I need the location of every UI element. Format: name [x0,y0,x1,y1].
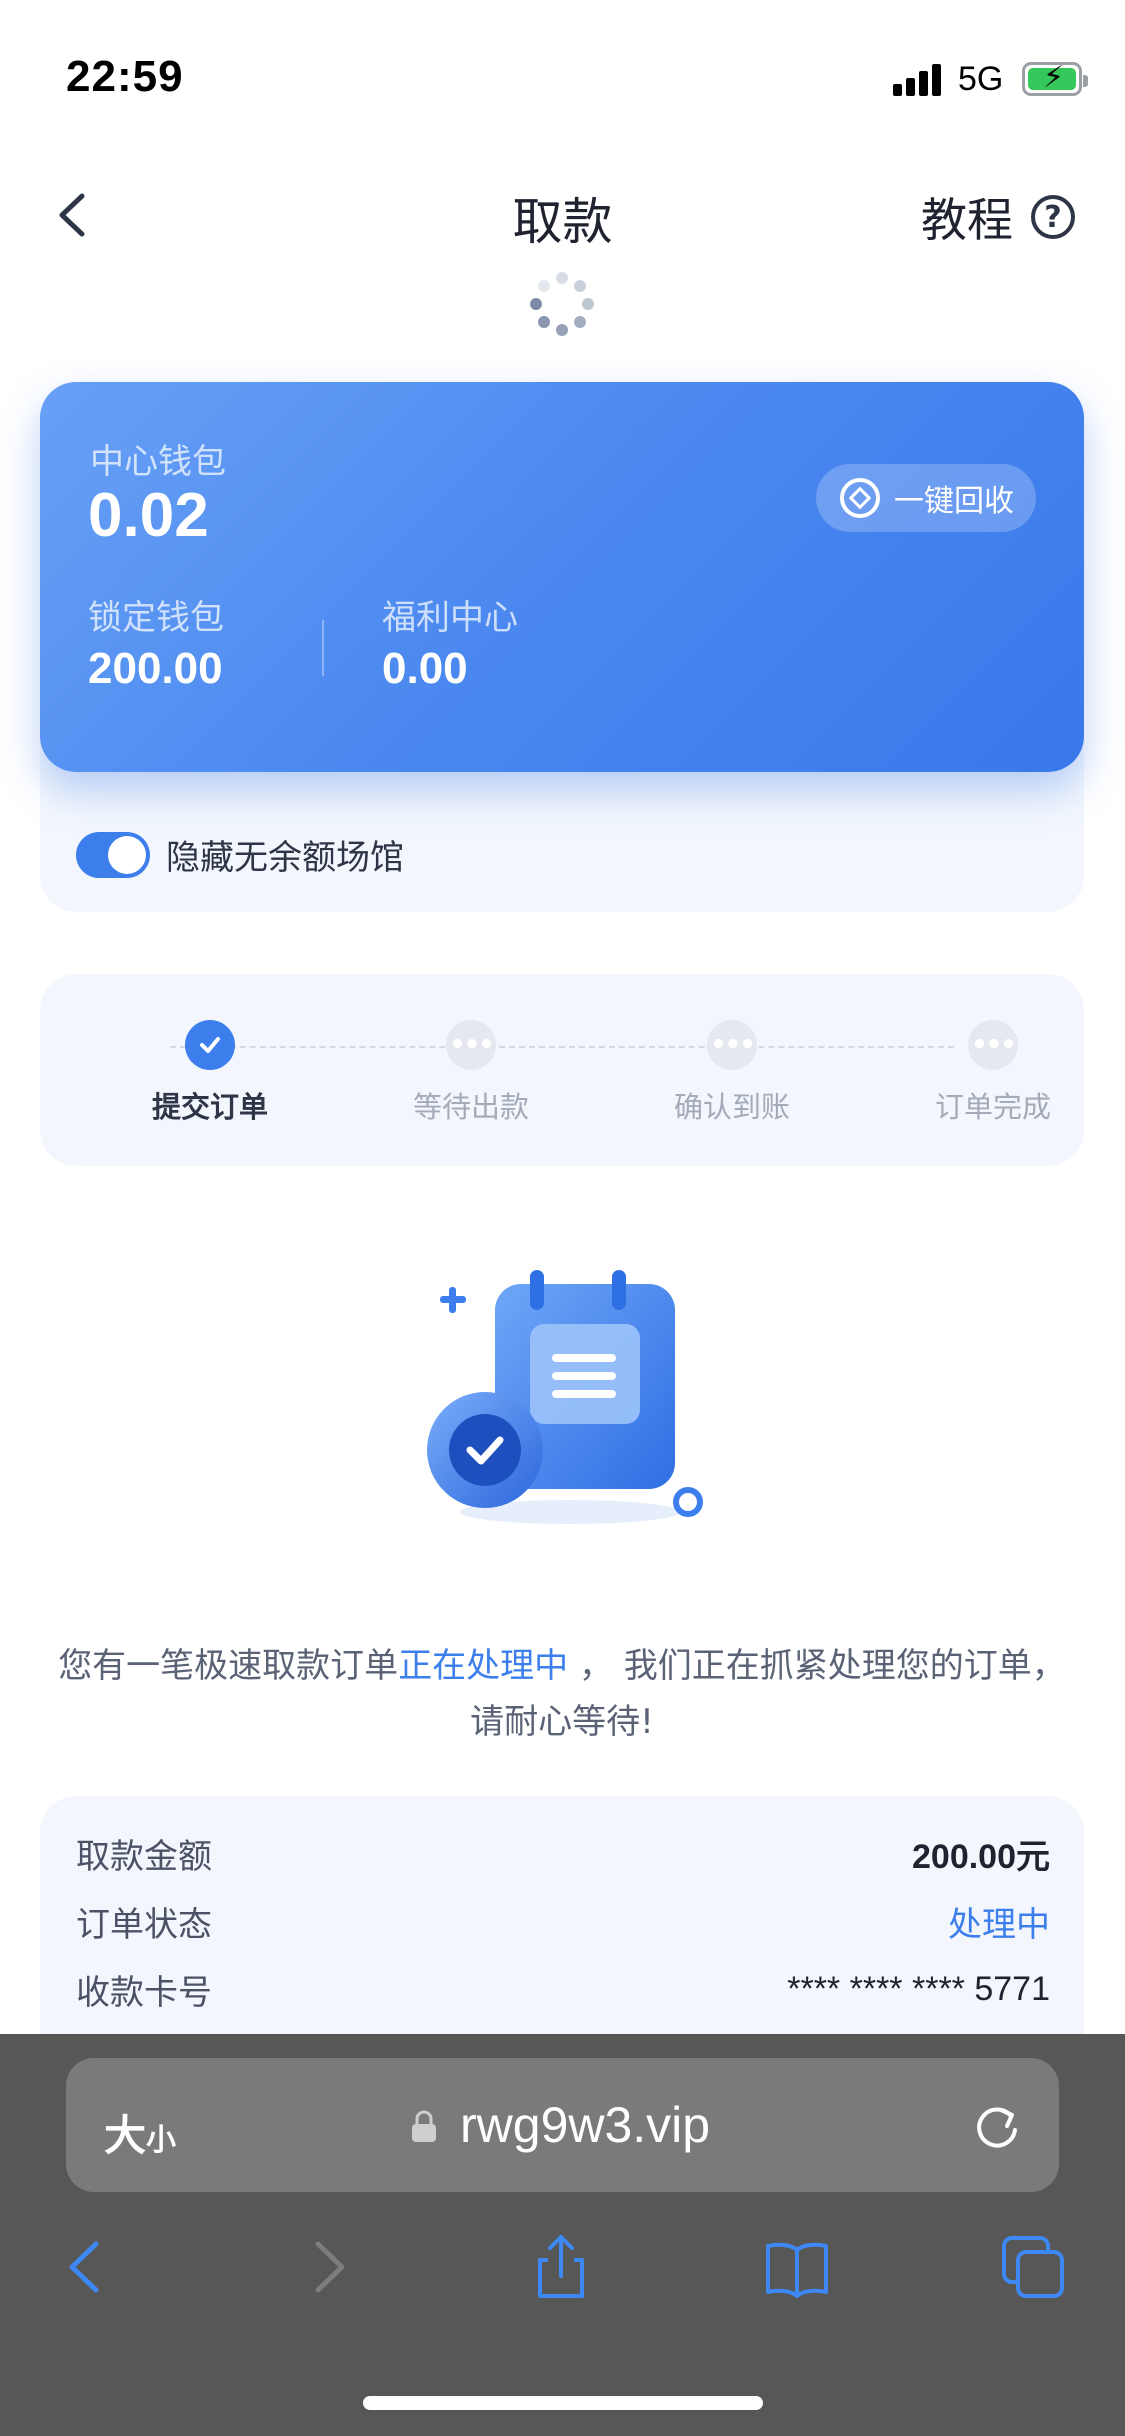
locked-wallet-value: 200.00 [88,644,223,693]
message-suffix: ， 我们正在抓紧处理您的订单， [568,1646,1066,1686]
back-nav-icon[interactable] [52,2232,122,2302]
forward-nav-icon[interactable] [292,2232,362,2302]
order-calendar-illustration [427,1270,703,1524]
battery-icon: ⚡ [1022,62,1088,96]
network-type: 5G [958,60,1004,98]
order-progress: 提交订单 ••• 等待出款 ••• 确认到账 ••• 订单完成 [40,974,1084,1166]
tutorial-label: 教程 [921,193,1013,247]
step-submit: 提交订单 [120,1020,300,1126]
status-label: 订单状态 [76,1904,212,1945]
order-details: 取款金额 200.00元 订单状态 处理中 收款卡号 **** **** ***… [40,1796,1084,2036]
wallet-divider [322,620,324,676]
pending-icon: ••• [446,1020,496,1070]
step-label: 订单完成 [934,1090,1051,1124]
amount-value: 200.00元 [912,1837,1050,1876]
welfare-value: 0.00 [382,644,468,693]
step-waiting: ••• 等待出款 [381,1020,561,1126]
locked-wallet-label: 锁定钱包 [88,598,224,638]
message-highlight: 正在处理中 [398,1646,569,1686]
step-complete: ••• 订单完成 [903,1020,1083,1126]
bookmarks-icon[interactable] [762,2232,832,2302]
hide-empty-label: 隐藏无余额场馆 [166,838,404,878]
status-row: 订单状态 处理中 [76,1896,1050,1946]
card-label: 收款卡号 [76,1972,212,2013]
text-size-button[interactable]: 大小 [104,2102,176,2163]
lock-icon [412,2110,436,2142]
text-size-small: 小 [146,2123,177,2158]
amount-row: 取款金额 200.00元 [76,1828,1050,1878]
status-time: 22:59 [66,52,184,101]
loading-spinner-icon [530,272,594,336]
message-line-1: 您有一笔极速取款订单正在处理中 ， 我们正在抓紧处理您的订单， [40,1638,1084,1694]
tabs-icon[interactable] [998,2232,1068,2302]
browser-toolbar: 大小 rwg9w3.vip [0,2034,1125,2436]
reload-icon[interactable] [971,2100,1023,2152]
step-label: 提交订单 [151,1090,268,1124]
step-label: 确认到账 [673,1090,790,1124]
share-icon[interactable] [526,2232,596,2302]
step-confirm: ••• 确认到账 [642,1020,822,1126]
help-icon: ? [1031,195,1075,239]
url-text: rwg9w3.vip [460,2097,711,2153]
address-bar[interactable]: 大小 rwg9w3.vip [66,2058,1059,2192]
tutorial-button[interactable]: 教程 ? [921,184,1075,250]
recycle-label: 一键回收 [894,484,1014,519]
step-label: 等待出款 [412,1090,529,1124]
main-wallet-value: 0.02 [88,481,209,550]
message-prefix: 您有一笔极速取款订单 [58,1646,399,1686]
recycle-icon [840,478,880,518]
home-indicator [363,2396,763,2410]
hide-empty-toggle[interactable] [76,831,150,878]
nav-bar: 取款 教程 ? [0,160,1125,270]
hide-empty-venues-row: 隐藏无余额场馆 [76,830,404,879]
wallet-card: 中心钱包 0.02 一键回收 锁定钱包 200.00 福利中心 0.00 [40,382,1084,772]
amount-label: 取款金额 [76,1836,212,1877]
pending-icon: ••• [968,1020,1018,1070]
message-line-2: 请耐心等待! [470,1702,654,1742]
text-size-big: 大 [104,2111,147,2160]
signal-icon [893,62,945,96]
status-bar: 22:59 5G ⚡ [0,0,1125,150]
welfare-label: 福利中心 [382,598,518,638]
processing-message: 您有一笔极速取款订单正在处理中 ， 我们正在抓紧处理您的订单， 请耐心等待! [40,1638,1084,1750]
pending-icon: ••• [707,1020,757,1070]
check-icon [185,1020,235,1070]
one-click-recycle-button[interactable]: 一键回收 [816,464,1036,532]
status-value: 处理中 [948,1904,1050,1945]
card-row: 收款卡号 **** **** **** 5771 [76,1964,1050,2014]
main-wallet-label: 中心钱包 [90,442,226,482]
card-value: **** **** **** 5771 [787,1969,1050,2008]
